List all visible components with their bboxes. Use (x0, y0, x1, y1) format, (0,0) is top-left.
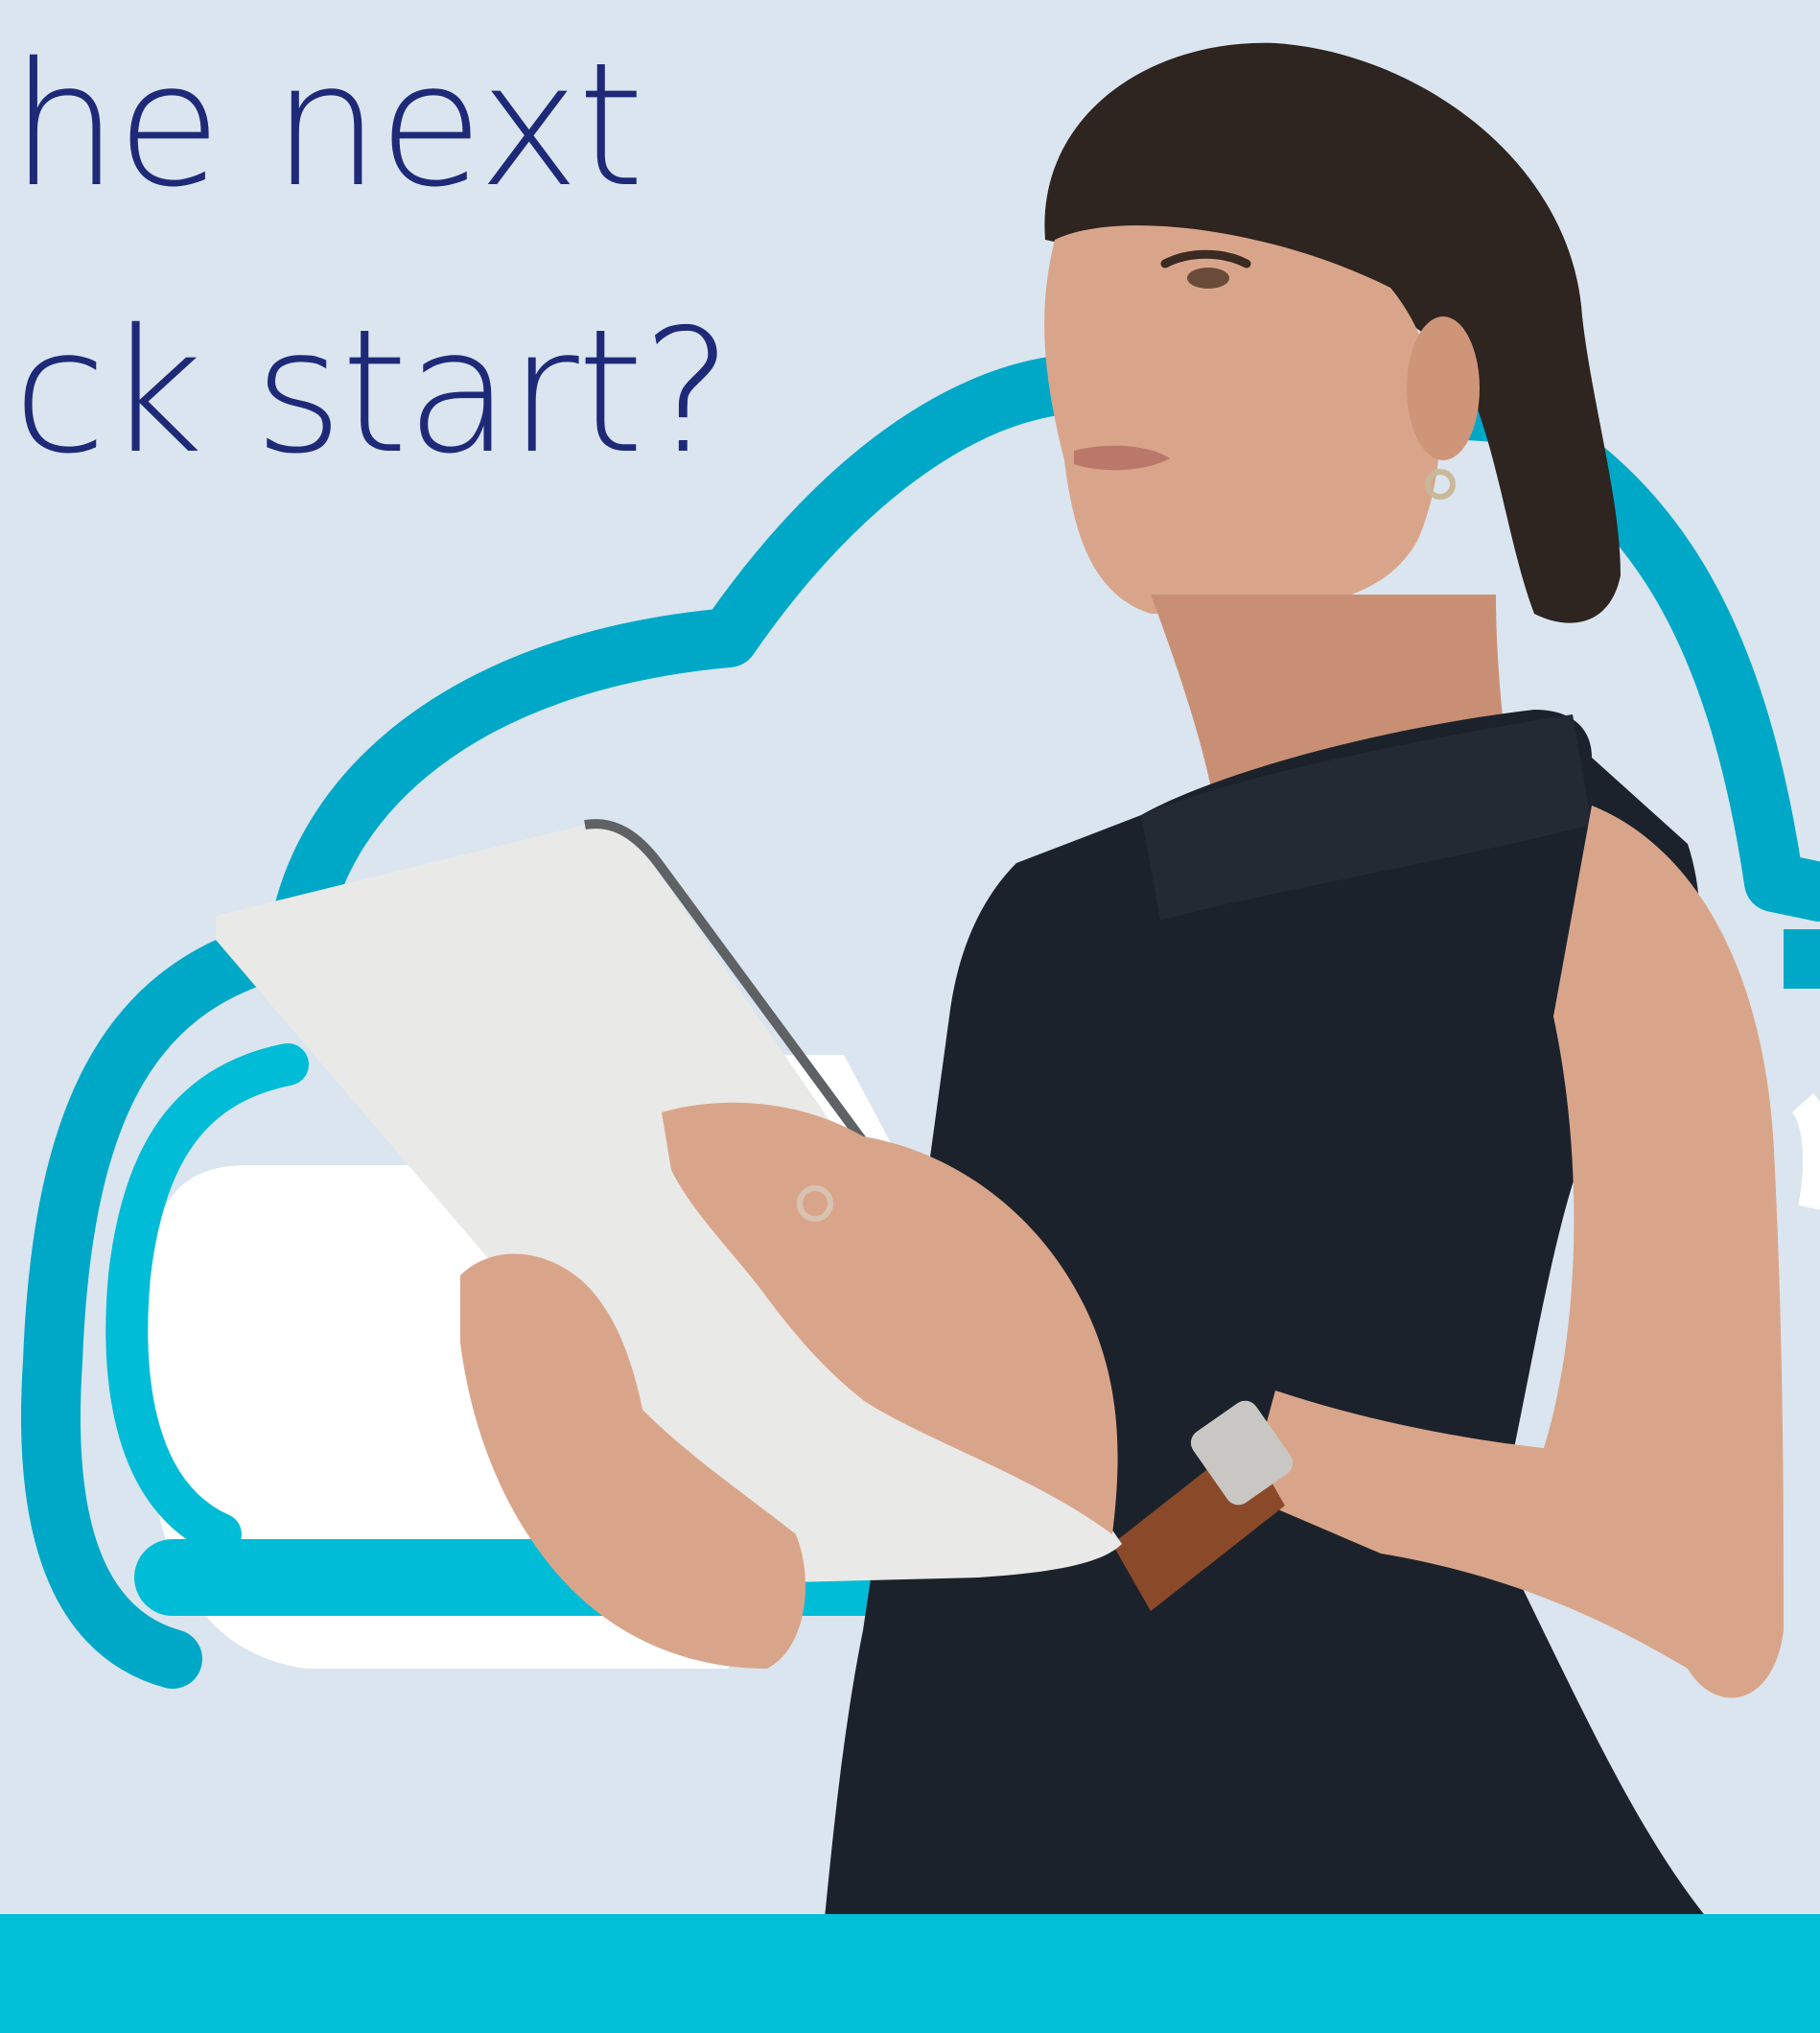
footer-band (0, 1914, 1820, 2033)
headline-line-2: ck start? (12, 292, 733, 491)
hero-banner: he next ck start? (0, 0, 1820, 2033)
headline-line-1: he next (10, 26, 644, 224)
headline: he next ck start? (0, 0, 863, 537)
